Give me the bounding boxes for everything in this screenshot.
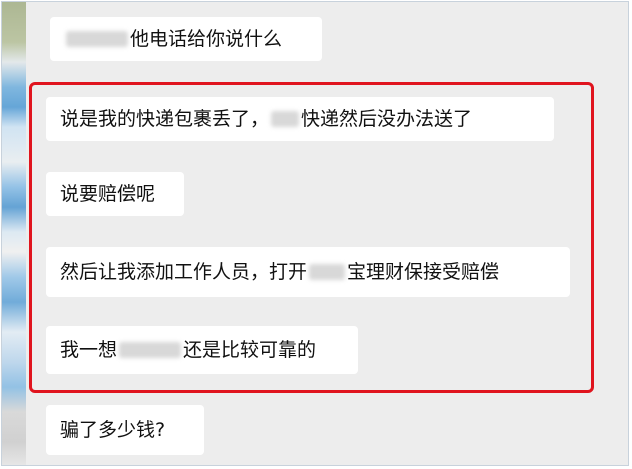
redacted-name [66,31,128,47]
message-bubble-6[interactable]: 骗了多少钱? [46,405,204,455]
message-text-part-1: 说是我的快递包裹丢了， [60,108,270,130]
chat-window: 他电话给你说什么 说是我的快递包裹丢了， 快递然后没办法送了 说要赔偿呢 然后让… [1,1,629,466]
message-bubble-2[interactable]: 说是我的快递包裹丢了， 快递然后没办法送了 [46,97,554,141]
message-text-part-2: 快递然后没办法送了 [301,108,473,130]
message-text-part-1: 我一想 [60,339,118,361]
message-text: 他电话给你说什么 [130,28,283,50]
redacted-text [271,111,300,127]
redacted-text [119,342,182,358]
message-bubble-3[interactable]: 说要赔偿呢 [46,172,184,216]
message-bubble-5[interactable]: 我一想 还是比较可靠的 [46,326,358,374]
message-text-part-2: 还是比较可靠的 [183,339,317,361]
message-text: 骗了多少钱? [60,419,166,441]
message-bubble-4[interactable]: 然后让我添加工作人员，打开 宝理财保接受赔偿 [46,247,570,297]
message-bubble-1[interactable]: 他电话给你说什么 [50,17,322,61]
message-text-part-2: 宝理财保接受赔偿 [347,261,500,283]
message-text-part-1: 然后让我添加工作人员，打开 [60,261,308,283]
avatar-column-blurred [2,2,26,465]
message-text: 说要赔偿呢 [60,183,156,205]
redacted-text [309,264,346,280]
